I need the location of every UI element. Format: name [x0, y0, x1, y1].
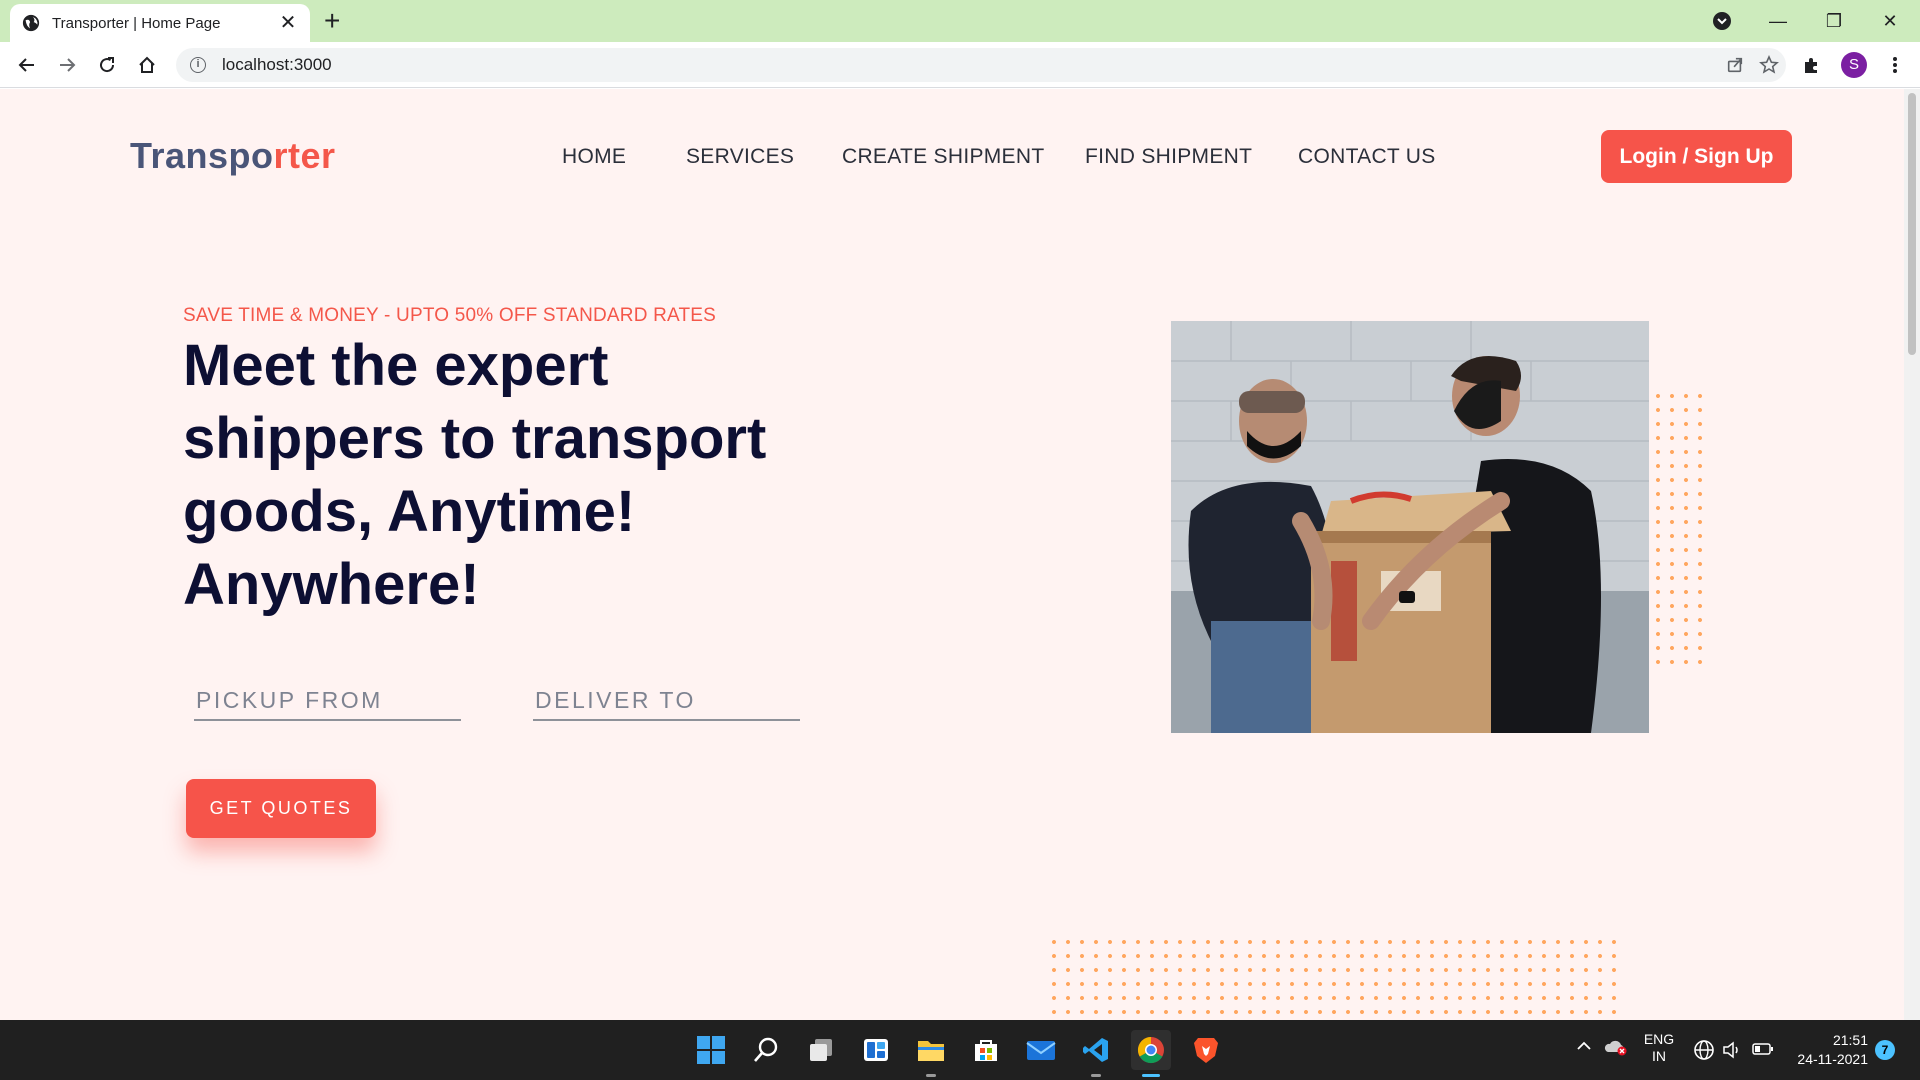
mail-icon[interactable] [1021, 1030, 1061, 1070]
scrollbar-thumb[interactable] [1908, 93, 1916, 355]
hero-tagline: SAVE TIME & MONEY - UPTO 50% OFF STANDAR… [183, 305, 717, 326]
windows-taskbar: ENG IN 21:51 24-11-2021 [0, 1020, 1920, 1080]
task-view-icon[interactable] [801, 1030, 841, 1070]
network-icon[interactable] [1693, 1039, 1715, 1064]
minimize-button[interactable]: — [1758, 6, 1798, 36]
forward-button[interactable] [52, 50, 82, 80]
more-vertical-icon [1893, 57, 1897, 73]
nav-home[interactable]: HOME [562, 145, 626, 169]
hero-image [1171, 321, 1649, 733]
page-scrollbar[interactable] [1904, 89, 1920, 1020]
url-text[interactable]: localhost:3000 [222, 55, 1718, 75]
chrome-icon[interactable] [1131, 1030, 1171, 1070]
share-icon[interactable] [1718, 48, 1752, 82]
get-quotes-button[interactable]: GET QUOTES [186, 779, 376, 838]
nav-create-shipment[interactable]: CREATE SHIPMENT [842, 145, 1044, 169]
arrow-right-icon [60, 58, 76, 72]
volume-icon[interactable] [1722, 1040, 1744, 1063]
browser-toolbar: i localhost:3000 [0, 42, 1920, 88]
pickup-from-input[interactable]: PICKUP FROM [194, 683, 461, 721]
file-explorer-icon[interactable] [911, 1030, 951, 1070]
login-signup-button[interactable]: Login / Sign Up [1601, 130, 1792, 183]
page-viewport: Transporter HOME SERVICES CREATE SHIPMEN… [0, 89, 1904, 1020]
globe-icon [22, 14, 40, 32]
chrome-active-indicator [1142, 1074, 1160, 1077]
reload-icon [100, 57, 115, 73]
nav-find-shipment[interactable]: FIND SHIPMENT [1085, 145, 1252, 169]
nav-services[interactable]: SERVICES [686, 145, 794, 169]
battery-icon[interactable] [1752, 1042, 1774, 1059]
tab-close-icon[interactable]: ✕ [278, 13, 298, 33]
browser-tab-bar: Transporter | Home Page ✕ + — ❐ ✕ [0, 0, 1920, 42]
notification-badge[interactable]: 7 [1875, 1040, 1895, 1060]
extensions-button[interactable] [1797, 50, 1827, 80]
decorative-dots-vertical [1651, 389, 1709, 669]
logo-part-2: rter [273, 135, 336, 176]
new-tab-button[interactable]: + [324, 6, 340, 36]
puzzle-icon [1805, 58, 1817, 73]
clock[interactable]: 21:51 24-11-2021 [1796, 1031, 1868, 1069]
tab-search-button[interactable] [1702, 6, 1742, 36]
logo-part-1: Transpo [130, 135, 274, 176]
vs-code-running-indicator [1091, 1074, 1101, 1077]
tab-title: Transporter | Home Page [52, 14, 221, 32]
chevron-down-circle-icon [1713, 12, 1731, 30]
site-info-icon[interactable]: i [190, 57, 206, 73]
profile-avatar[interactable]: S [1841, 52, 1867, 78]
windows-start-icon[interactable] [691, 1030, 731, 1070]
language-code: ENG [1643, 1031, 1675, 1047]
home-button[interactable] [132, 50, 162, 80]
vs-code-icon[interactable] [1076, 1030, 1116, 1070]
file-explorer-running-indicator [926, 1074, 936, 1077]
brave-icon[interactable] [1186, 1030, 1226, 1070]
onedrive-error-icon[interactable] [1604, 1038, 1628, 1059]
address-bar[interactable]: i localhost:3000 [176, 48, 1786, 82]
reload-button[interactable] [92, 50, 122, 80]
nav-contact-us[interactable]: CONTACT US [1298, 145, 1436, 169]
hero-headline: Meet the expert shippers to transport go… [183, 333, 767, 617]
menu-button[interactable] [1880, 50, 1910, 80]
show-hidden-icons-chevron-icon[interactable] [1576, 1039, 1592, 1055]
language-indicator[interactable]: ENG IN [1643, 1031, 1675, 1065]
back-button[interactable] [12, 50, 42, 80]
bookmark-star-icon[interactable] [1752, 48, 1786, 82]
site-logo[interactable]: Transporter [130, 135, 336, 177]
widgets-icon[interactable] [856, 1030, 896, 1070]
region-code: IN [1652, 1048, 1666, 1064]
browser-tab[interactable]: Transporter | Home Page ✕ [10, 4, 310, 42]
deliver-to-input[interactable]: DELIVER TO [533, 683, 800, 721]
arrow-left-icon [18, 58, 34, 72]
clock-date: 24-11-2021 [1797, 1051, 1868, 1067]
close-window-button[interactable]: ✕ [1870, 6, 1910, 36]
restore-button[interactable]: ❐ [1814, 6, 1854, 36]
decorative-dots-horizontal [1047, 935, 1623, 1020]
microsoft-store-icon[interactable] [966, 1030, 1006, 1070]
search-icon[interactable] [746, 1030, 786, 1070]
home-icon [139, 56, 155, 73]
clock-time: 21:51 [1832, 1032, 1868, 1048]
